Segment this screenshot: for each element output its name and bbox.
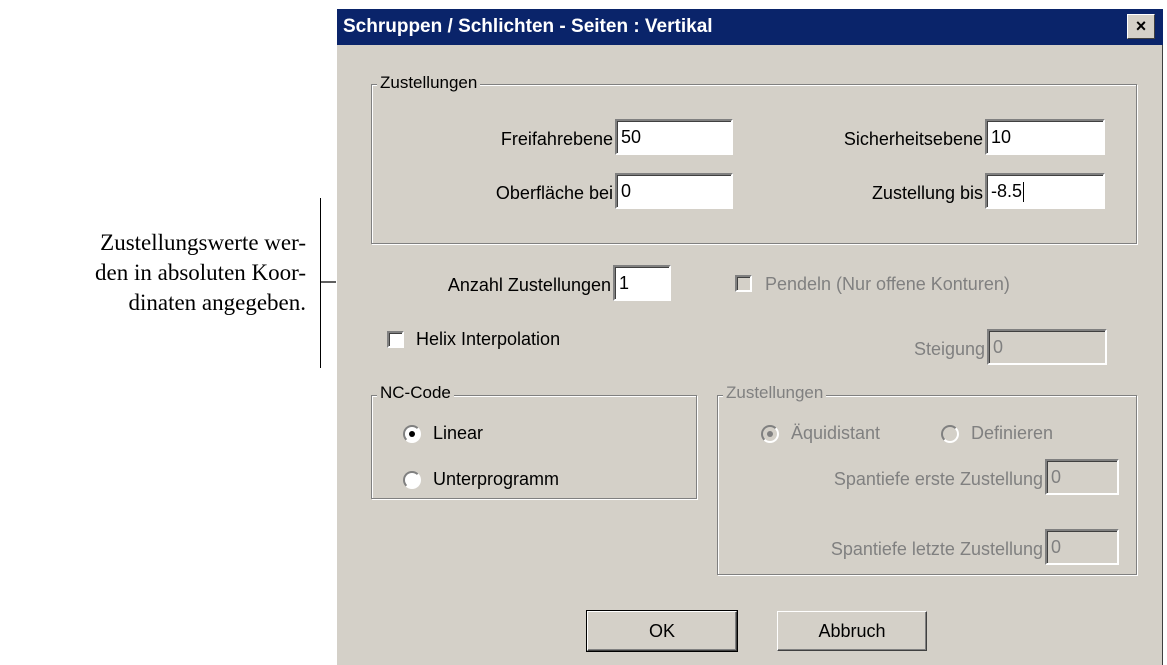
- steigung-label: Steigung: [913, 339, 985, 359]
- radio-selected-dot: [409, 431, 415, 437]
- annotation-line-1: Zustellungswerte wer-: [100, 230, 306, 255]
- spantiefe-letzte-label: Spantiefe letzte Zustellung: [830, 539, 1043, 559]
- definieren-label: Definieren: [971, 423, 1054, 443]
- freifahrebene-label: Freifahrebene: [500, 129, 613, 149]
- dialog-window: Schruppen / Schlichten - Seiten : Vertik…: [336, 8, 1163, 665]
- anzahl-zustellungen-label: Anzahl Zustellungen: [447, 275, 611, 295]
- annotation-line-3: dinaten angegeben.: [128, 290, 306, 315]
- group-zustellungen: [371, 84, 1137, 244]
- dialog-title: Schruppen / Schlichten - Seiten : Vertik…: [343, 16, 713, 37]
- cancel-button[interactable]: Abbruch: [777, 611, 927, 651]
- annotation-bracket-line: [320, 198, 321, 368]
- spantiefe-letzte-input[interactable]: 0: [1045, 529, 1119, 565]
- unterprogramm-label: Unterprogramm: [433, 469, 560, 489]
- spantiefe-erste-label: Spantiefe erste Zustellung: [833, 469, 1043, 489]
- text-cursor: [1023, 182, 1025, 203]
- zustellung-bis-label: Zustellung bis: [871, 183, 983, 203]
- unterprogramm-radio[interactable]: [403, 471, 421, 489]
- steigung-input[interactable]: 0: [987, 329, 1107, 365]
- aequidistant-radio[interactable]: [761, 425, 779, 443]
- title-bar[interactable]: Schruppen / Schlichten - Seiten : Vertik…: [337, 9, 1163, 45]
- sicherheitsebene-input[interactable]: 10: [985, 119, 1105, 155]
- freifahrebene-input[interactable]: 50: [615, 119, 733, 155]
- close-icon: ×: [1135, 16, 1147, 36]
- sicherheitsebene-label: Sicherheitsebene: [843, 129, 983, 149]
- anzahl-zustellungen-input[interactable]: 1: [613, 265, 671, 301]
- linear-radio[interactable]: [403, 425, 421, 443]
- group-zustellungen-label: Zustellungen: [377, 73, 481, 93]
- zustellung-bis-value: -8.5: [991, 181, 1023, 201]
- group-nc-code-label: NC-Code: [377, 383, 454, 403]
- helix-checkbox[interactable]: [387, 331, 404, 348]
- definieren-radio[interactable]: [941, 425, 959, 443]
- group-zustellungen-2-label: Zustellungen: [723, 383, 827, 403]
- helix-label: Helix Interpolation: [416, 329, 561, 349]
- annotation-line-2: den in absoluten Koor-: [95, 260, 306, 285]
- radio-selected-dot: [767, 431, 773, 437]
- aequidistant-label: Äquidistant: [791, 423, 881, 443]
- linear-label: Linear: [433, 423, 484, 443]
- pendeln-checkbox[interactable]: [735, 275, 752, 292]
- zustellung-bis-input[interactable]: -8.5: [985, 173, 1105, 209]
- close-button[interactable]: ×: [1127, 14, 1155, 39]
- oberflaeche-input[interactable]: 0: [615, 173, 733, 209]
- pendeln-label: Pendeln (Nur offene Konturen): [765, 274, 1010, 294]
- annotation-text: Zustellungswerte wer- den in absoluten K…: [0, 228, 306, 318]
- spantiefe-erste-input[interactable]: 0: [1045, 459, 1119, 495]
- ok-button[interactable]: OK: [586, 610, 738, 652]
- oberflaeche-label: Oberfläche bei: [495, 183, 613, 203]
